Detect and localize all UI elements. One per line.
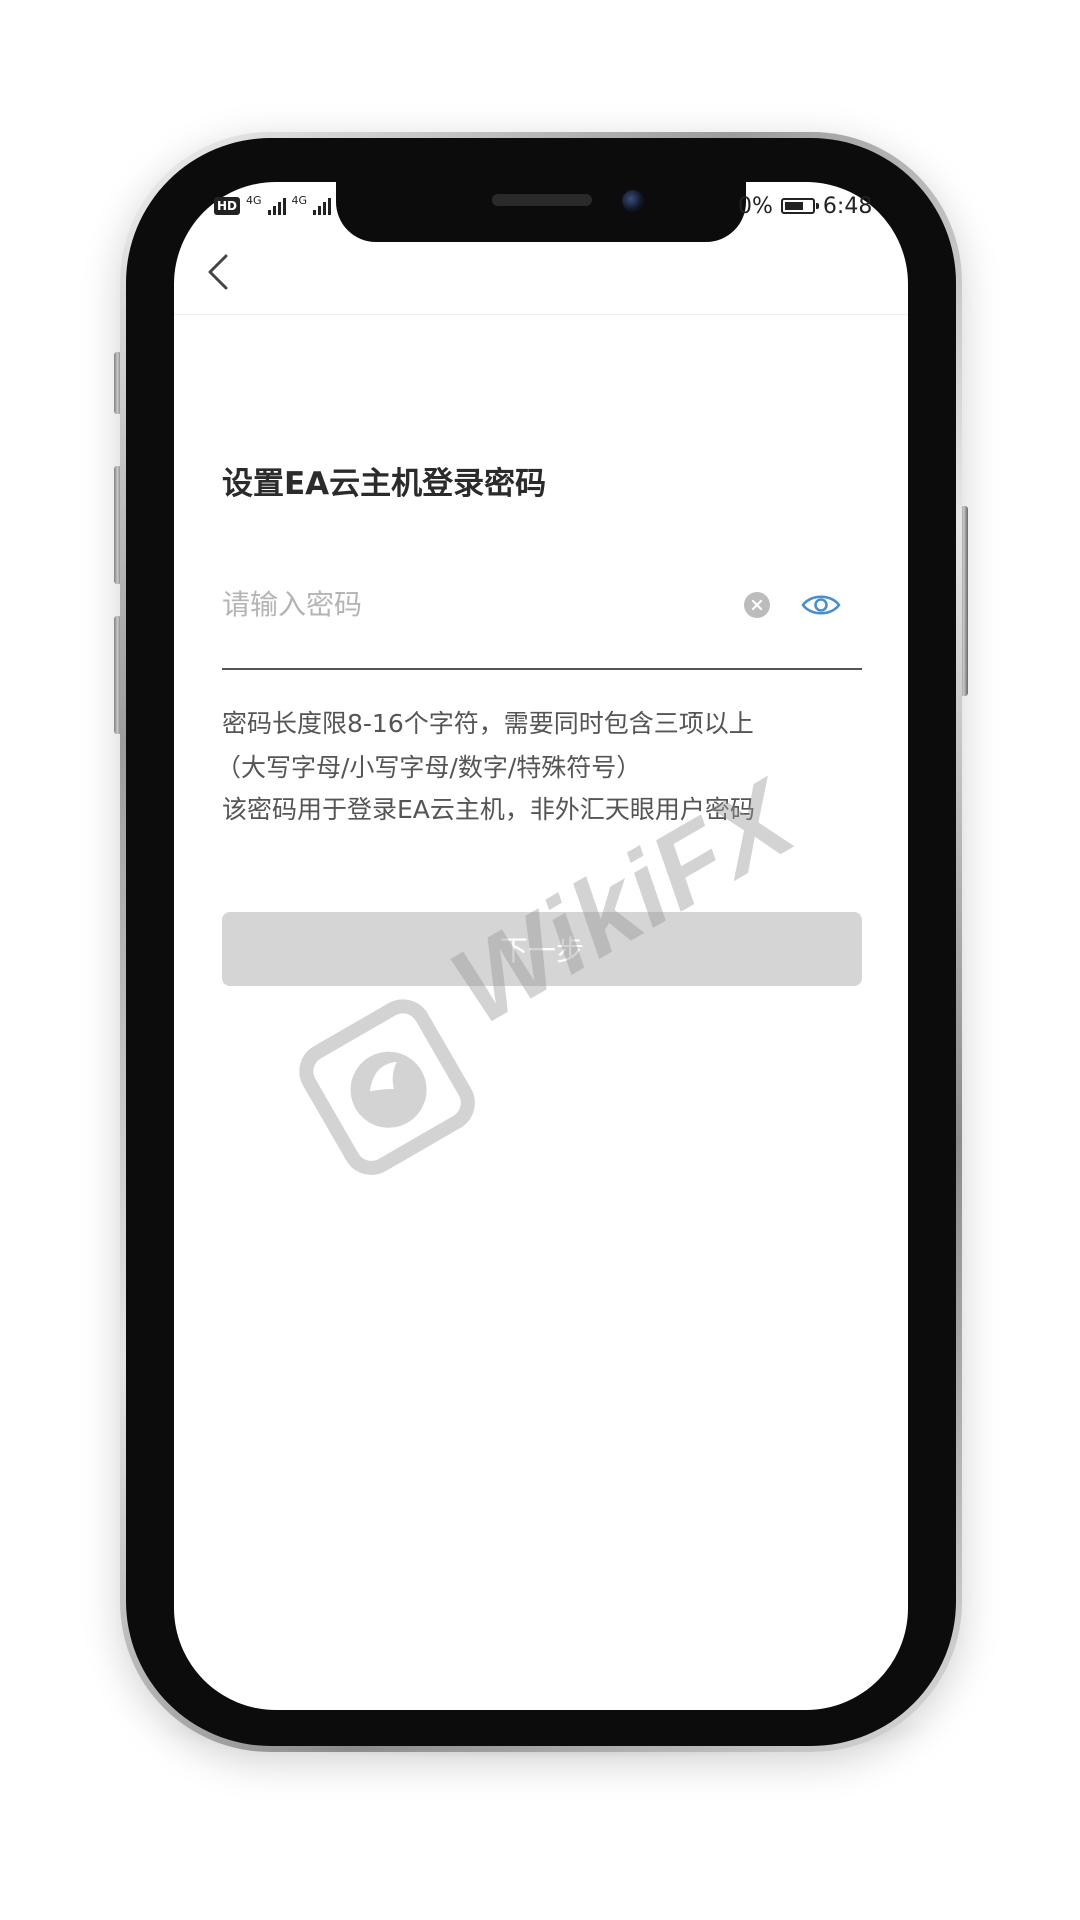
hd-badge: HD — [214, 197, 241, 215]
clear-circle-icon — [751, 599, 763, 611]
status-bar-left: HD 4G 4G — [214, 193, 332, 219]
battery-percent: 0% — [738, 193, 773, 219]
stage: HD 4G 4G 0% 6:48 设置EA云主机登录密码 密码长度限8-16个字… — [0, 0, 1080, 1920]
password-hint-line-3: 该密码用于登录EA云主机，非外汇天眼用户密码 — [222, 795, 755, 824]
next-step-button[interactable]: 下一步 — [222, 912, 862, 986]
page-title: 设置EA云主机登录密码 — [222, 466, 547, 502]
clock: 6:48 — [822, 193, 873, 219]
front-camera — [622, 190, 644, 212]
password-hint-line-1: 密码长度限8-16个字符，需要同时包含三项以上 — [222, 709, 754, 738]
password-hint-line-2: （大写字母/小写字母/数字/特殊符号） — [216, 753, 642, 782]
chevron-left-icon — [208, 254, 228, 290]
status-bar-right: 0% 6:48 — [738, 193, 872, 219]
signal-icon — [267, 197, 286, 215]
earpiece-speaker — [492, 194, 592, 206]
toggle-visibility-button[interactable] — [800, 588, 842, 622]
input-underline — [222, 668, 862, 670]
battery-icon — [780, 198, 819, 214]
password-input[interactable] — [222, 582, 702, 626]
clear-input-button[interactable] — [744, 592, 770, 618]
signal-icon — [313, 197, 332, 215]
eye-icon — [801, 595, 841, 615]
notch — [336, 182, 746, 242]
header-divider — [174, 314, 908, 315]
network-type-1: 4G — [246, 193, 262, 207]
network-type-2: 4G — [291, 193, 308, 207]
back-button[interactable] — [196, 250, 240, 294]
